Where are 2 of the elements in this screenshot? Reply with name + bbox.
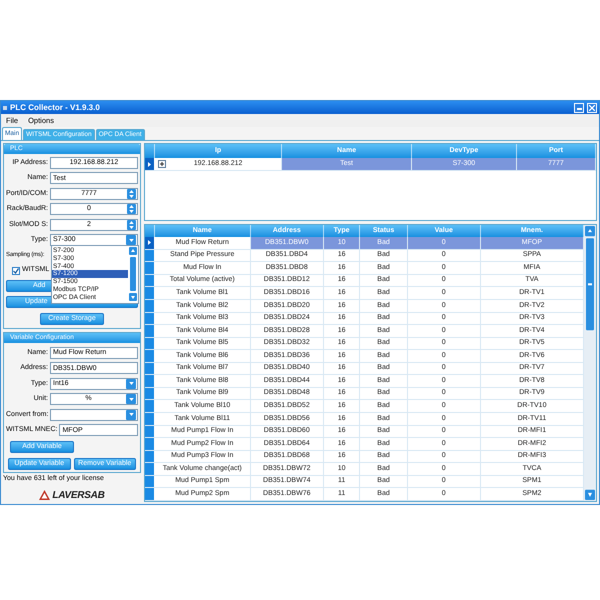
window-title: PLC Collector - V1.9.3.0: [10, 102, 101, 114]
logo-text: LAVERSAB: [52, 488, 105, 502]
